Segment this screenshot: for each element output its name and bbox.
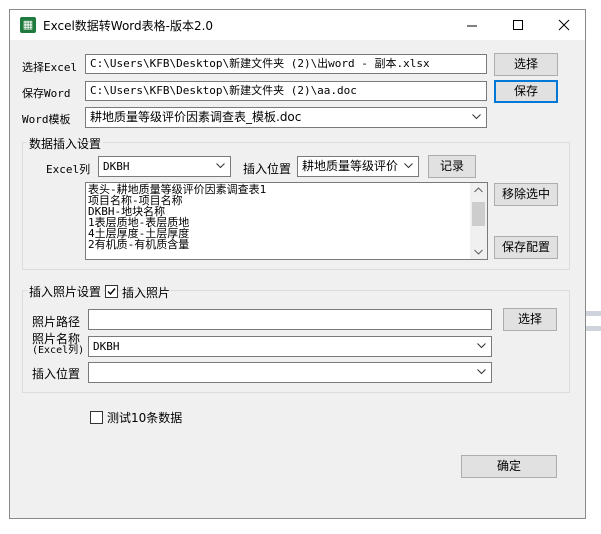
- test-10-label[interactable]: 测试10条数据: [107, 409, 182, 426]
- mapping-listbox[interactable]: 表头-耕地质量等级评价因素调查表1 项目名称-项目名称 DKBH-地块名称 1表…: [85, 182, 488, 260]
- photo-settings-title-text: 插入照片设置: [29, 285, 102, 299]
- photo-name-select[interactable]: DKBH: [88, 336, 492, 357]
- record-button[interactable]: 记录: [428, 155, 476, 178]
- test-10-checkbox[interactable]: [90, 411, 103, 424]
- photo-path-label: 照片路径: [32, 315, 81, 329]
- excel-path-input[interactable]: C:\Users\KFB\Desktop\新建文件夹 (2)\出word - 副…: [85, 54, 487, 74]
- close-button[interactable]: [541, 10, 587, 40]
- app-icon: ▦: [20, 17, 36, 33]
- excel-label: 选择Excel: [22, 61, 78, 74]
- scroll-up-icon[interactable]: [474, 187, 483, 193]
- photo-name-label-line1: 照片名称: [32, 332, 81, 346]
- photo-position-label: 插入位置: [32, 367, 81, 381]
- remove-selected-button[interactable]: 移除选中: [494, 183, 558, 206]
- word-label: 保存Word: [22, 87, 71, 100]
- photo-settings-title: 插入照片设置: [27, 283, 104, 300]
- window-title: Excel数据转Word表格-版本2.0: [43, 19, 214, 33]
- select-excel-button[interactable]: 选择: [494, 53, 558, 76]
- template-label: Word模板: [22, 113, 71, 126]
- chevron-down-icon: [472, 114, 481, 120]
- template-select-value: 耕地质量等级评价因素调查表_模板.doc: [90, 110, 302, 124]
- ok-button[interactable]: 确定: [461, 455, 557, 478]
- form-body: 选择Excel C:\Users\KFB\Desktop\新建文件夹 (2)\出…: [10, 40, 585, 520]
- insert-position-label: 插入位置: [243, 162, 292, 176]
- minimize-icon: [467, 25, 477, 27]
- insert-settings-title: 数据插入设置: [27, 135, 104, 152]
- excel-column-label: Excel列: [46, 163, 91, 176]
- insert-position-value: 耕地质量等级评价: [302, 159, 399, 173]
- minimize-button[interactable]: [449, 10, 495, 40]
- background-strip: [584, 311, 601, 316]
- insert-photo-label[interactable]: 插入照片: [122, 284, 170, 301]
- photo-name-value: DKBH: [93, 340, 120, 353]
- word-path-input[interactable]: C:\Users\KFB\Desktop\新建文件夹 (2)\aa.doc: [85, 81, 487, 101]
- photo-name-label-line2: (Excel列): [32, 345, 85, 356]
- chevron-down-icon: [477, 343, 486, 349]
- list-item[interactable]: 2有机质-有机质含量: [86, 239, 487, 250]
- photo-position-select[interactable]: [88, 362, 492, 383]
- maximize-icon: [513, 20, 523, 30]
- maximize-button[interactable]: [495, 10, 541, 40]
- excel-column-value: DKBH: [103, 160, 130, 173]
- title-bar[interactable]: ▦ Excel数据转Word表格-版本2.0: [10, 10, 585, 40]
- listbox-scrollbar[interactable]: [470, 183, 487, 259]
- close-icon: [558, 19, 570, 31]
- template-select[interactable]: 耕地质量等级评价因素调查表_模板.doc: [85, 107, 487, 128]
- photo-path-input[interactable]: [88, 309, 492, 330]
- photo-name-label: 照片名称 (Excel列): [32, 332, 85, 356]
- chevron-down-icon: [404, 163, 413, 169]
- chevron-down-icon: [216, 163, 225, 169]
- insert-photo-checkbox[interactable]: [105, 285, 118, 298]
- scrollbar-thumb[interactable]: [472, 202, 485, 226]
- save-config-button[interactable]: 保存配置: [494, 236, 558, 259]
- chevron-down-icon: [477, 369, 486, 375]
- background-strip: [584, 326, 601, 331]
- checkmark-icon: [107, 288, 116, 296]
- scroll-down-icon[interactable]: [474, 249, 483, 255]
- excel-column-select[interactable]: DKBH: [98, 156, 231, 177]
- main-window: ▦ Excel数据转Word表格-版本2.0 选择Excel C:\Users\…: [9, 9, 586, 519]
- select-photo-path-button[interactable]: 选择: [503, 308, 557, 331]
- insert-position-select[interactable]: 耕地质量等级评价: [297, 156, 419, 177]
- save-word-button[interactable]: 保存: [494, 80, 558, 103]
